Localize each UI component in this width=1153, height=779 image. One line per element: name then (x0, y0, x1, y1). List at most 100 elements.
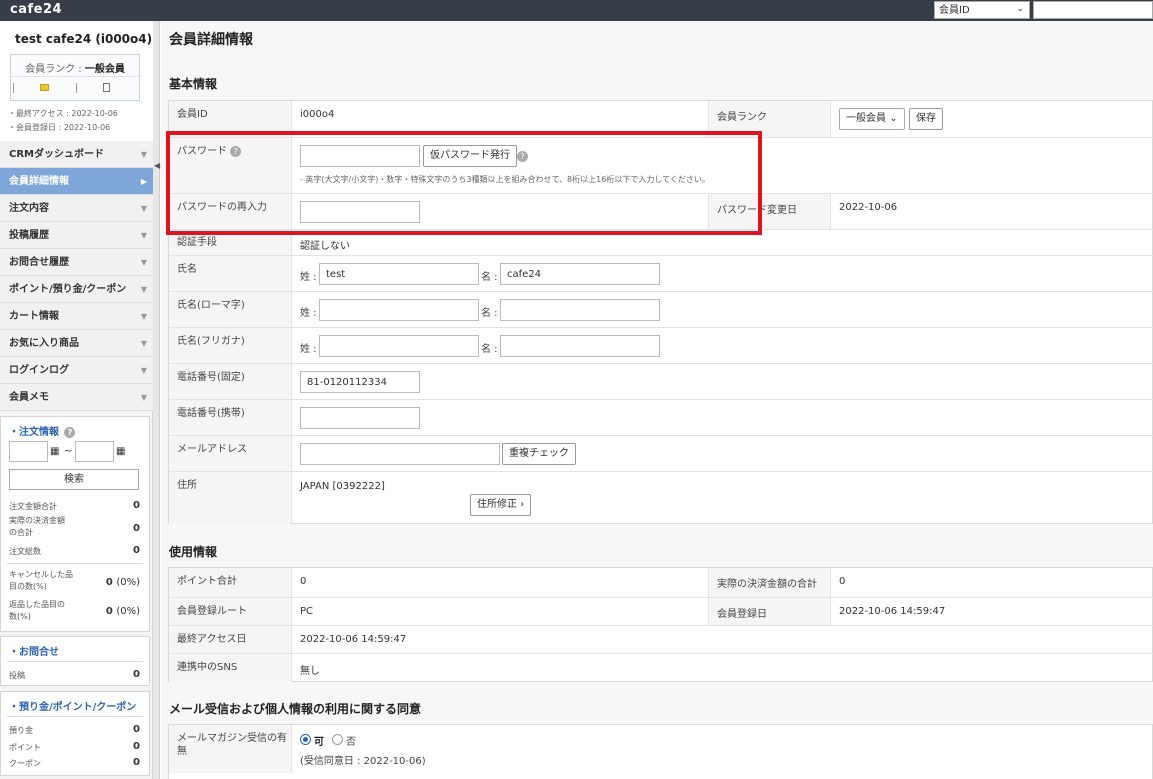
calendar-icon[interactable]: ▦ (116, 446, 125, 457)
date-separator: ~ (64, 446, 73, 457)
calendar-icon[interactable]: ▦ (50, 446, 59, 457)
password-confirm-input[interactable] (300, 201, 420, 223)
stat-pct: (0%) (116, 577, 140, 588)
duplicate-check-button[interactable]: 重複チェック (502, 443, 576, 465)
order-info-title: ・注文情報 ? (1, 417, 149, 438)
actual-pay-label: 実際の決済金額の合計 (708, 568, 831, 597)
sidebar-item-posts[interactable]: 投稿履歴 ▼ (0, 222, 153, 249)
stat-label: クーポン (9, 759, 41, 768)
roman-last-name-input[interactable] (319, 299, 479, 321)
member-id-value: i000o4 (300, 109, 335, 120)
name-label: 氏名 (169, 256, 292, 291)
chevron-down-icon: ▼ (140, 204, 147, 213)
last-access-meta: ・最終アクセス : 2022-10-06 (8, 109, 118, 118)
kana-first-name-input[interactable] (500, 335, 660, 357)
stat-label: 返品した品目の数(%) (9, 600, 65, 621)
table-row: 電話番号(携帯) (169, 399, 1153, 435)
sidebar-item-points[interactable]: ポイント/預り金/クーポン ▼ (0, 276, 153, 303)
radio-yes[interactable] (300, 734, 311, 745)
cafe24-logo[interactable]: cafe24 (10, 2, 62, 17)
help-icon[interactable]: ? (517, 151, 528, 162)
search-type-select[interactable]: 会員ID ⌄ (934, 1, 1030, 19)
table-row: 最終アクセス日 2022-10-06 14:59:47 (169, 625, 1153, 653)
chevron-down-icon: ▼ (140, 339, 147, 348)
table-row: パスワードの再入力 パスワード変更日 2022-10-06 (169, 193, 1153, 229)
auth-value: 認証しない (300, 241, 350, 252)
rank-value: 一般会員 (84, 64, 125, 75)
stat-label: キャンセルした品目の数(%) (9, 570, 73, 591)
chevron-down-icon: ⌄ (889, 113, 898, 124)
sidebar-item-orders[interactable]: 注文内容 ▼ (0, 195, 153, 222)
last-name-input[interactable]: test (319, 263, 479, 285)
chevron-down-icon: ⌄ (1016, 4, 1024, 14)
order-search-button[interactable]: 検索 (9, 469, 139, 490)
password-input[interactable] (300, 145, 420, 167)
mobile-input[interactable] (300, 407, 420, 429)
consent-title: メール受信および個人情報の利用に関する同意 (169, 702, 422, 716)
member-id-label: 会員ID (169, 101, 292, 137)
password-changed-date: 2022-10-06 (839, 202, 898, 213)
basic-info-table: 会員ID i000o4 会員ランク 一般会員 ⌄ 保存 パスワード ? 仮パスワ… (168, 100, 1153, 525)
chevron-down-icon: ▼ (140, 150, 147, 159)
sidebar-item-crm-dashboard[interactable]: CRMダッシュボード ▼ (0, 141, 153, 168)
stat-value: 0 (133, 669, 140, 680)
usage-info-title: 使用情報 (169, 545, 218, 559)
address-edit-button[interactable]: 住所修正 › (470, 494, 532, 516)
phone-label: 電話番号(固定) (169, 364, 292, 399)
member-profile: test cafe24 (i000o4) 会員ランク : 一般会員 ・最終アクセ… (0, 21, 153, 141)
stat-value: 0 (133, 757, 140, 768)
consent-table: メールマガジン受信の有無 可 否 (受信同意日 : 2022-10-06) (168, 724, 1153, 779)
kana-last-name-input[interactable] (319, 335, 479, 357)
points-total-value: 0 (300, 576, 307, 587)
table-row: ポイント合計 0 実際の決済金額の合計 0 (169, 568, 1153, 597)
rank-box: 会員ランク : 一般会員 (10, 54, 140, 101)
stat-value: 0 (133, 500, 140, 511)
stat-value: 0 (105, 577, 113, 588)
address-label: 住所 (169, 472, 292, 525)
radio-no[interactable] (332, 734, 343, 745)
date-to-input[interactable] (75, 441, 114, 462)
sidebar-toggle[interactable]: ◀ (153, 21, 160, 779)
first-name-prefix: 名 : (481, 308, 498, 319)
sidebar-item-cart[interactable]: カート情報 ▼ (0, 303, 153, 330)
order-info-box: ・注文情報 ? ▦ ~ ▦ 検索 注文金額合計 0 実際の決済金額の合計 0 注… (0, 416, 150, 632)
email-label: メールアドレス (169, 436, 292, 471)
chevron-down-icon: ▼ (140, 231, 147, 240)
table-row: 会員ID i000o4 会員ランク 一般会員 ⌄ 保存 (169, 101, 1153, 137)
sidebar-item-member-memo[interactable]: 会員メモ ▼ (0, 384, 153, 411)
table-row: 連携中のSNS 無し (169, 653, 1153, 682)
basic-info-title: 基本情報 (169, 77, 218, 91)
last-name-prefix: 姓 : (300, 308, 317, 319)
points-title: ・預り金/ポイント/クーポン (9, 702, 137, 713)
radio-no-label: 否 (346, 737, 356, 748)
stat-label: 注文金額合計 (9, 502, 57, 511)
chevron-down-icon: ▼ (140, 312, 147, 321)
consent-date: (受信同意日 : 2022-10-06) (300, 756, 426, 767)
email-input[interactable] (300, 443, 500, 465)
join-date-value: 2022-10-06 14:59:47 (839, 606, 946, 617)
search-input[interactable] (1033, 1, 1153, 19)
password-label: パスワード ? (169, 138, 292, 193)
save-button[interactable]: 保存 (909, 108, 943, 130)
chevron-down-icon: ▼ (140, 258, 147, 267)
first-name-prefix: 名 : (481, 344, 498, 355)
table-row: 電話番号(固定) 81-0120112334 (169, 363, 1153, 399)
date-from-input[interactable] (9, 441, 48, 462)
sidebar-item-login-log[interactable]: ログインログ ▼ (0, 357, 153, 384)
temp-password-button[interactable]: 仮パスワード発行 (423, 145, 517, 167)
table-row: 住所 JAPAN [0392222] 住所修正 › (169, 471, 1153, 525)
table-row: メールアドレス 重複チェック (169, 435, 1153, 471)
member-name: test cafe24 (i000o4) (15, 32, 153, 46)
phone-input[interactable]: 81-0120112334 (300, 371, 420, 393)
rank-select[interactable]: 一般会員 ⌄ (839, 108, 905, 130)
first-name-input[interactable]: cafe24 (500, 263, 660, 285)
sidebar-item-member-detail[interactable]: 会員詳細情報 ▶ (0, 168, 153, 195)
roman-first-name-input[interactable] (500, 299, 660, 321)
last-name-prefix: 姓 : (300, 344, 317, 355)
memo-icon[interactable] (103, 83, 110, 92)
sidebar-item-favorites[interactable]: お気に入り商品 ▼ (0, 330, 153, 357)
password-note: - 英字(大文字/小文字)・数字・特殊文字のうち3種類以上を組み合わせて、8桁以… (300, 175, 710, 184)
sidebar-item-inquiries[interactable]: お問合せ履歴 ▼ (0, 249, 153, 276)
top-bar: cafe24 会員ID ⌄ (0, 0, 1153, 21)
mail-icon[interactable] (40, 84, 49, 91)
